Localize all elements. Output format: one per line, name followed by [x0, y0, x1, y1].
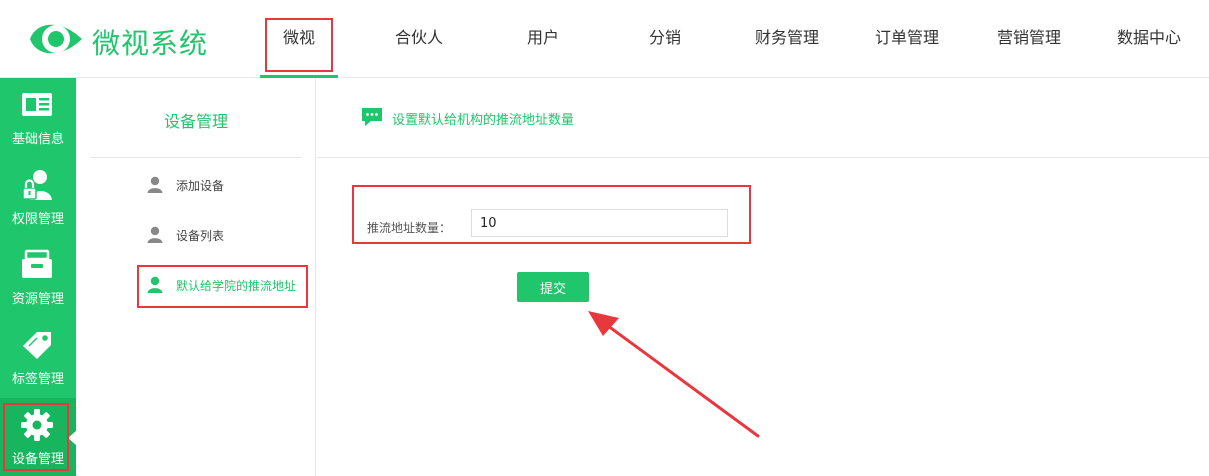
nav-item-label: 数据中心: [1116, 28, 1181, 47]
nav-item-marketing[interactable]: 营销管理: [976, 0, 1082, 78]
sidebar-item-label: 资源管理: [11, 292, 64, 307]
nav-item-finance[interactable]: 财务管理: [734, 0, 840, 78]
sidebar-item-label: 权限管理: [11, 212, 64, 227]
nav-item-label: 合伙人: [394, 28, 443, 47]
nav-item-label: 微视: [282, 28, 315, 47]
submenu-item-label: 设备列表: [176, 229, 225, 243]
user-lock-icon: [22, 170, 52, 200]
nav-item-weishi[interactable]: 微视: [250, 0, 348, 78]
nav-item-label: 用户: [526, 28, 559, 47]
nav-item-label: 分销: [648, 28, 681, 47]
app-window: 微视系统 微视 合伙人 用户 分销 财务管理 订单管理 营销管理 数据中心 基础…: [0, 0, 1209, 476]
sidebar-item-resources[interactable]: 资源管理: [0, 238, 76, 318]
sidebar-item-devices[interactable]: 设备管理: [0, 398, 76, 476]
chat-bubble-icon: [362, 108, 382, 126]
nav-item-label: 营销管理: [996, 28, 1061, 47]
sidebar-item-label: 基础信息: [11, 132, 64, 147]
submenu-item-label: 添加设备: [176, 179, 225, 193]
nav-item-label: 订单管理: [874, 28, 939, 47]
nav-item-partner[interactable]: 合伙人: [366, 0, 472, 78]
main-content: 设置默认给机构的推流地址数量 推流地址数量： 提交: [317, 78, 1209, 476]
id-card-icon: [22, 93, 52, 116]
sidebar-item-label: 设备管理: [11, 452, 64, 467]
top-bar: 微视系统 微视 合伙人 用户 分销 财务管理 订单管理 营销管理 数据中心: [0, 0, 1209, 78]
device-submenu: 设备管理 添加设备 设备列表 默认给学院的推流地址: [76, 78, 316, 476]
stream-count-label: 推流地址数量：: [367, 221, 452, 235]
nav-item-orders[interactable]: 订单管理: [854, 0, 960, 78]
user-icon: [147, 176, 163, 193]
nav-item-label: 财务管理: [754, 28, 819, 47]
logo: 微视系统: [26, 14, 226, 66]
logo-eye-icon: [30, 24, 82, 54]
submenu-divider: [90, 157, 302, 158]
drawer-icon: [22, 249, 52, 278]
sidebar-item-tags[interactable]: 标签管理: [0, 318, 76, 398]
user-icon: [147, 226, 163, 243]
logo-text: 微视系统: [92, 27, 209, 60]
sidebar-item-basic-info[interactable]: 基础信息: [0, 78, 76, 158]
icon-sidebar: 基础信息 权限管理 资源管理 标签管理 设备管理: [0, 78, 76, 476]
gear-icon: [21, 409, 53, 441]
nav-item-user[interactable]: 用户: [490, 0, 596, 78]
panel-header: 设置默认给机构的推流地址数量: [317, 78, 1209, 158]
stream-count-input[interactable]: [471, 209, 728, 237]
tag-icon: [23, 332, 51, 359]
submit-button[interactable]: 提交: [517, 272, 589, 302]
sidebar-item-permissions[interactable]: 权限管理: [0, 158, 76, 238]
active-caret: [68, 431, 76, 445]
nav-item-data-center[interactable]: 数据中心: [1096, 0, 1202, 78]
nav-item-distribution[interactable]: 分销: [612, 0, 718, 78]
panel-title: 设置默认给机构的推流地址数量: [392, 113, 575, 128]
user-icon: [147, 276, 163, 293]
submenu-item-label: 默认给学院的推流地址: [176, 279, 297, 293]
sidebar-item-label: 标签管理: [11, 372, 64, 387]
submenu-title: 设备管理: [163, 112, 228, 131]
